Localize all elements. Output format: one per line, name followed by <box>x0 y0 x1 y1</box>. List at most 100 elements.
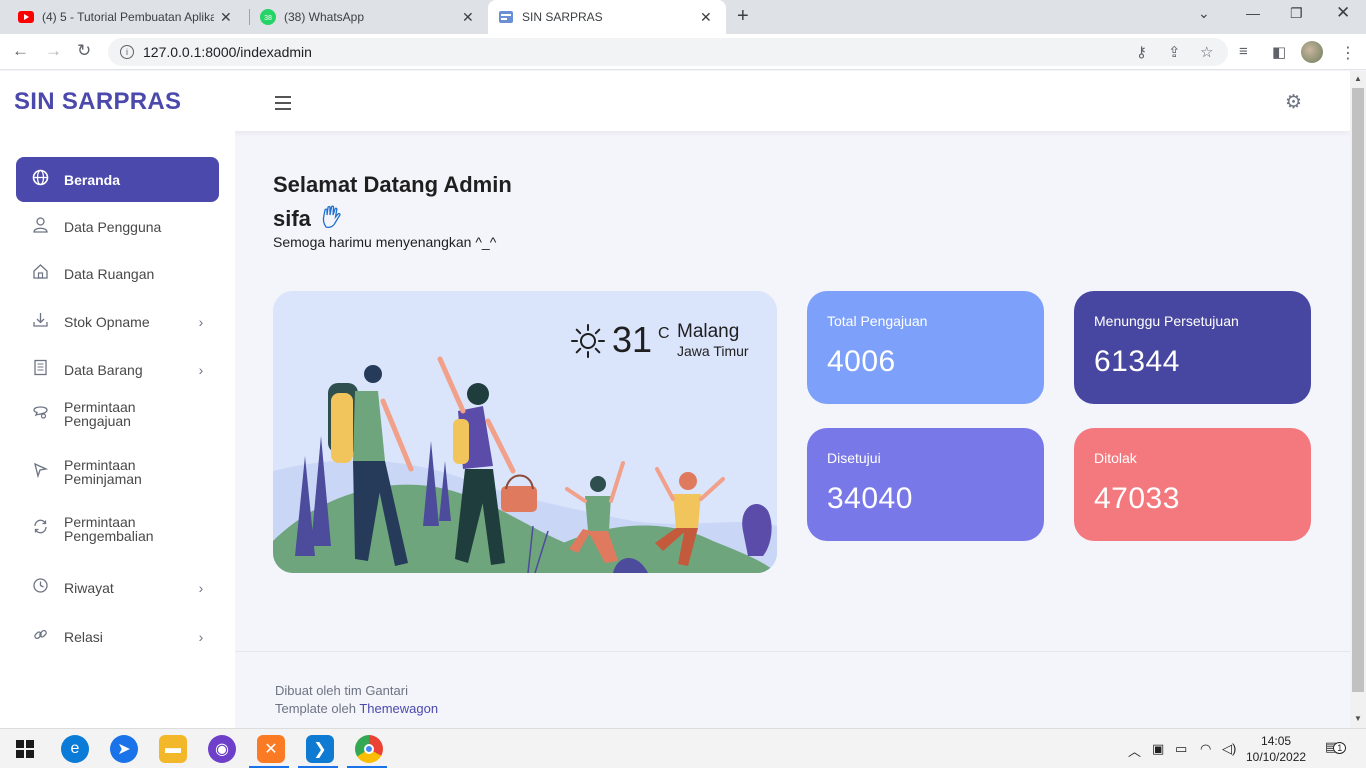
whatsapp-icon: 38 <box>260 9 276 25</box>
hamburger-menu-icon[interactable] <box>275 96 291 114</box>
home-icon <box>16 263 64 285</box>
stat-card-ditolak: Ditolak 47033 <box>1074 428 1311 541</box>
minimize-button[interactable]: — <box>1246 5 1260 21</box>
svg-text:38: 38 <box>264 15 272 22</box>
scrollbar-thumb[interactable] <box>1352 88 1364 692</box>
sidebar-item-relasi[interactable]: Relasi › <box>16 614 219 659</box>
refresh-icon <box>16 518 64 540</box>
document-icon <box>16 359 64 381</box>
tab-search-icon[interactable]: ⌄ <box>1198 5 1210 22</box>
tab-youtube[interactable]: (4) 5 - Tutorial Pembuatan Aplika ✕ <box>8 0 248 34</box>
share-icon[interactable]: ⇪ <box>1168 43 1181 61</box>
stat-value: 34040 <box>827 482 913 515</box>
chevron-right-icon: › <box>198 361 204 378</box>
url-text: 127.0.0.1:8000/indexadmin <box>143 44 312 60</box>
reading-list-icon[interactable]: ≡ <box>1239 43 1248 60</box>
close-icon[interactable]: ✕ <box>220 9 232 26</box>
reload-icon[interactable]: ↻ <box>77 41 91 61</box>
stat-card-total-pengajuan: Total Pengajuan 4006 <box>807 291 1044 404</box>
gear-icon[interactable]: ⚙ <box>1285 91 1302 114</box>
tab-sin-sarpras[interactable]: SIN SARPRAS ✕ <box>488 0 726 34</box>
waving-hand-icon <box>322 205 341 229</box>
tab-whatsapp[interactable]: 38 (38) WhatsApp ✕ <box>250 0 487 34</box>
site-info-icon[interactable]: i <box>120 45 134 59</box>
restore-button[interactable]: ❐ <box>1290 5 1303 22</box>
chevron-right-icon: › <box>198 579 204 596</box>
profile-avatar[interactable] <box>1301 41 1323 63</box>
tab-title: SIN SARPRAS <box>522 10 603 24</box>
address-bar[interactable]: i 127.0.0.1:8000/indexadmin <box>108 38 1228 66</box>
footer-credit: Dibuat oleh tim Gantari <box>275 683 408 698</box>
battery-icon[interactable]: ▭ <box>1175 741 1187 757</box>
camera-icon[interactable]: ▣ <box>1152 741 1164 757</box>
system-clock[interactable]: 14:05 10/10/2022 <box>1246 733 1306 765</box>
sidebar-item-permintaan-peminjaman[interactable]: Permintaan Peminjaman <box>16 449 219 494</box>
chrome-icon[interactable] <box>355 735 383 763</box>
volume-icon[interactable]: ◁) <box>1222 741 1236 757</box>
globe-icon <box>16 169 64 191</box>
sidebar-item-permintaan-pengajuan[interactable]: Permintaan Pengajuan <box>16 391 219 436</box>
sidebar-item-riwayat[interactable]: Riwayat › <box>16 565 219 610</box>
close-window-button[interactable]: ✕ <box>1336 3 1350 23</box>
weather-city: Malang <box>677 321 740 342</box>
welcome-subtitle: Semoga harimu menyenangkan ^_^ <box>273 234 497 250</box>
sidebar-item-permintaan-pengembalian[interactable]: Permintaan Pengembalian <box>16 506 219 551</box>
stat-label: Total Pengajuan <box>827 313 928 329</box>
sidebar: Beranda Data Pengguna Data Ruangan Stok … <box>0 131 235 728</box>
sidebar-item-label: Data Barang <box>64 361 143 378</box>
new-tab-button[interactable]: + <box>737 5 749 28</box>
key-icon[interactable]: ⚷ <box>1136 43 1147 61</box>
chevron-right-icon: › <box>198 628 204 645</box>
menu-icon[interactable]: ⋮ <box>1340 43 1356 63</box>
side-panel-icon[interactable]: ◧ <box>1272 43 1286 61</box>
sidebar-item-label: Data Pengguna <box>64 218 162 235</box>
sidebar-item-label: Beranda <box>64 171 121 188</box>
weather-temperature: 31 C <box>570 319 670 361</box>
stat-value: 47033 <box>1094 482 1180 515</box>
notification-icon[interactable]: ▤1 <box>1325 739 1347 755</box>
close-icon[interactable]: ✕ <box>462 9 474 26</box>
sidebar-item-label: Permintaan Pengajuan <box>64 398 136 429</box>
stat-card-menunggu-persetujuan: Menunggu Persetujuan 61344 <box>1074 291 1311 404</box>
brand-logo[interactable]: SIN SARPRAS <box>14 88 181 116</box>
youtube-icon <box>18 11 34 23</box>
sidebar-item-stok-opname[interactable]: Stok Opname › <box>16 299 219 344</box>
edge-icon[interactable]: e <box>61 735 89 763</box>
site-icon <box>499 11 513 23</box>
stat-value: 4006 <box>827 345 896 378</box>
chevron-up-icon[interactable]: ︿ <box>1128 741 1141 760</box>
browser-toolbar: ← → ↻ i 127.0.0.1:8000/indexadmin ⚷ ⇪ ☆ … <box>0 34 1366 70</box>
sidebar-item-data-ruangan[interactable]: Data Ruangan <box>16 251 219 296</box>
page-scrollbar[interactable]: ▲ ▼ <box>1350 71 1366 728</box>
sidebar-item-data-barang[interactable]: Data Barang › <box>16 347 219 392</box>
stat-label: Ditolak <box>1094 450 1137 466</box>
wifi-icon[interactable]: ◠ <box>1200 741 1211 757</box>
link-icon <box>16 626 64 648</box>
clock-icon <box>16 577 64 599</box>
temperature-value: 31 <box>612 319 653 360</box>
file-explorer-icon[interactable]: ▬ <box>159 735 187 763</box>
windows-start-icon[interactable] <box>11 735 39 763</box>
footer-divider <box>235 651 1350 652</box>
chevron-right-icon: › <box>198 313 204 330</box>
themewagon-link[interactable]: Themewagon <box>359 701 438 716</box>
app-icon[interactable]: ➤ <box>110 735 138 763</box>
github-icon[interactable]: ◉ <box>208 735 236 763</box>
sidebar-item-data-pengguna[interactable]: Data Pengguna <box>16 204 219 249</box>
scroll-down-icon[interactable]: ▼ <box>1354 714 1362 723</box>
page-content: SIN SARPRAS ⚙ Beranda Data Pengguna Data… <box>0 71 1350 728</box>
vscode-icon[interactable]: ❯ <box>306 735 334 763</box>
sun-icon <box>571 324 605 358</box>
xampp-icon[interactable]: ✕ <box>257 735 285 763</box>
star-icon[interactable]: ☆ <box>1200 43 1213 61</box>
sidebar-item-label: Stok Opname <box>64 313 150 330</box>
stat-label: Disetujui <box>827 450 881 466</box>
scroll-up-icon[interactable]: ▲ <box>1354 74 1362 83</box>
back-icon[interactable]: ← <box>12 41 29 61</box>
close-icon[interactable]: ✕ <box>700 9 712 26</box>
footer: Dibuat oleh tim Gantari Template oleh Th… <box>275 682 438 718</box>
forward-icon[interactable]: → <box>45 41 62 61</box>
sidebar-item-label: Riwayat <box>64 579 114 596</box>
sidebar-item-beranda[interactable]: Beranda <box>16 157 219 202</box>
stat-card-disetujui: Disetujui 34040 <box>807 428 1044 541</box>
